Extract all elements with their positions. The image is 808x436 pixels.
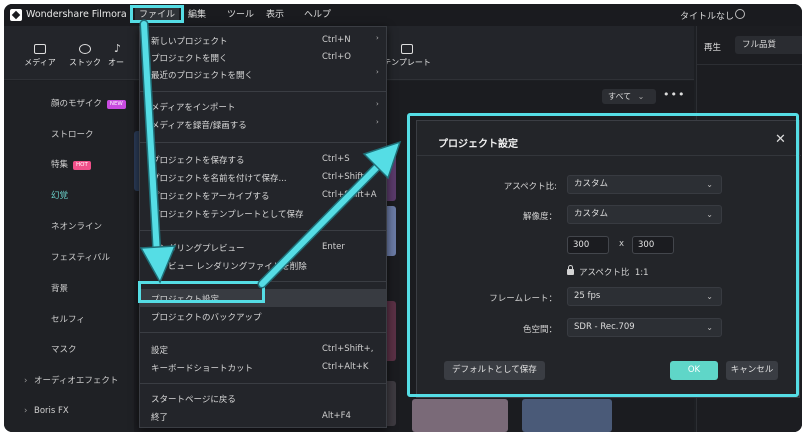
menu-item-record-media[interactable]: メディアを録音/録画する › xyxy=(140,115,386,133)
menu-divider xyxy=(140,332,386,333)
menu-item-delete-render-files[interactable]: プレビュー レンダリングファイルを削除 xyxy=(140,256,386,274)
menu-item-new-project[interactable]: 新しいプロジェクト Ctrl+N › xyxy=(140,31,386,49)
menu-item-exit[interactable]: 終了 Alt+F4 xyxy=(140,407,386,425)
title-bar: Wondershare Filmora ファイル 編集 ツール 表示 ヘルプ タ… xyxy=(4,4,802,26)
sidebar-item-stroke[interactable]: ストローク xyxy=(51,128,94,140)
menu-item-return-to-start[interactable]: スタートページに戻る xyxy=(140,389,386,407)
menu-help[interactable]: ヘルプ xyxy=(304,8,331,23)
project-name: タイトルなし xyxy=(680,12,735,22)
menu-item-backup-project[interactable]: プロジェクトのバックアップ xyxy=(140,307,386,325)
sidebar-item-background[interactable]: 背景 xyxy=(51,282,68,294)
effect-thumbnail[interactable] xyxy=(412,399,508,432)
more-options-icon[interactable]: ••• xyxy=(663,88,685,101)
sidebar-group-audio-effects[interactable]: › オーディオエフェクト xyxy=(24,374,118,386)
tool-media-label: メディア xyxy=(24,58,56,67)
menu-edit[interactable]: 編集 xyxy=(188,8,206,23)
sidebar-group-boris-fx[interactable]: › Boris FX xyxy=(24,406,69,416)
sidebar-item-neon-line[interactable]: ネオンライン xyxy=(51,220,102,232)
tool-media[interactable]: メディア xyxy=(20,44,60,68)
chevron-right-icon: › xyxy=(24,376,28,386)
effect-thumbnail[interactable] xyxy=(522,399,612,432)
music-note-icon: ♪ xyxy=(114,42,122,55)
tool-stock[interactable]: ストック xyxy=(65,44,105,68)
sidebar-item-face-mosaic[interactable]: 顔のモザイク NEW xyxy=(51,97,126,109)
tool-audio-label: オー xyxy=(108,58,124,67)
menu-view[interactable]: 表示 xyxy=(266,8,284,23)
tool-templates[interactable]: テンプレート xyxy=(382,44,432,68)
menu-divider xyxy=(140,91,386,92)
menu-tools[interactable]: ツール xyxy=(227,8,254,23)
submenu-arrow-icon: › xyxy=(376,68,379,76)
media-icon xyxy=(34,44,46,54)
sidebar-item-illusion[interactable]: 幻覚 xyxy=(51,189,68,201)
tool-templates-label: テンプレート xyxy=(383,58,431,67)
menu-item-save-as-template[interactable]: プロジェクトをテンプレートとして保存 xyxy=(140,204,386,222)
menu-divider xyxy=(140,230,386,231)
sidebar-item-selfie[interactable]: セルフィ xyxy=(51,313,85,325)
tool-stock-label: ストック xyxy=(69,58,101,67)
save-status-icon xyxy=(735,9,745,19)
sidebar: 顔のモザイク NEW ストローク 特集 HOT 幻覚 ネオンライン フェスティバル … xyxy=(4,81,134,432)
app-name: Wondershare Filmora xyxy=(26,9,127,20)
submenu-arrow-icon: › xyxy=(376,100,379,108)
tool-audio[interactable]: ♪ オー xyxy=(108,42,138,68)
menu-item-save-project[interactable]: プロジェクトを保存する Ctrl+S xyxy=(140,150,386,168)
filmora-logo-icon xyxy=(10,9,22,21)
templates-icon xyxy=(401,44,413,54)
sidebar-item-mask[interactable]: マスク xyxy=(51,343,77,355)
menu-item-save-as[interactable]: プロジェクトを名前を付けて保存... Ctrl+Shift+ xyxy=(140,168,386,186)
menu-item-open-recent[interactable]: 最近のプロジェクトを開く › xyxy=(140,65,386,83)
hot-badge: HOT xyxy=(73,161,91,170)
chevron-down-icon: ⌄ xyxy=(637,92,645,101)
project-settings-highlight xyxy=(138,281,265,303)
menu-divider xyxy=(140,383,386,384)
submenu-arrow-icon: › xyxy=(376,118,379,126)
menu-item-preferences[interactable]: 設定 Ctrl+Shift+, xyxy=(140,340,386,358)
menu-item-render-preview[interactable]: レンダリングプレビュー Enter xyxy=(140,238,386,256)
quality-select[interactable]: フル品質 xyxy=(735,36,802,54)
submenu-arrow-icon: › xyxy=(376,34,379,42)
chevron-right-icon: › xyxy=(24,406,28,416)
new-badge: NEW xyxy=(106,100,126,109)
sidebar-item-featured[interactable]: 特集 HOT xyxy=(51,158,91,170)
player-play-label: 再生 xyxy=(704,43,722,53)
menu-item-import-media[interactable]: メディアをインポート › xyxy=(140,97,386,115)
player-divider xyxy=(697,64,802,65)
menu-divider xyxy=(140,142,386,143)
menu-item-keyboard-shortcuts[interactable]: キーボードショートカット Ctrl+Alt+K xyxy=(140,358,386,376)
menu-item-open-project[interactable]: プロジェクトを開く Ctrl+O xyxy=(140,48,386,66)
file-menu-dropdown: 新しいプロジェクト Ctrl+N › プロジェクトを開く Ctrl+O 最近のプロジェ… xyxy=(139,26,387,428)
file-menu-highlight xyxy=(130,5,184,23)
filter-select[interactable]: すべて ⌄ xyxy=(602,89,656,104)
menu-item-archive-project[interactable]: プロジェクトをアーカイブする Ctrl+Shift+A xyxy=(140,186,386,204)
sidebar-item-festival[interactable]: フェスティバル xyxy=(51,251,110,263)
dialog-highlight xyxy=(407,113,799,397)
stock-icon xyxy=(79,44,91,54)
